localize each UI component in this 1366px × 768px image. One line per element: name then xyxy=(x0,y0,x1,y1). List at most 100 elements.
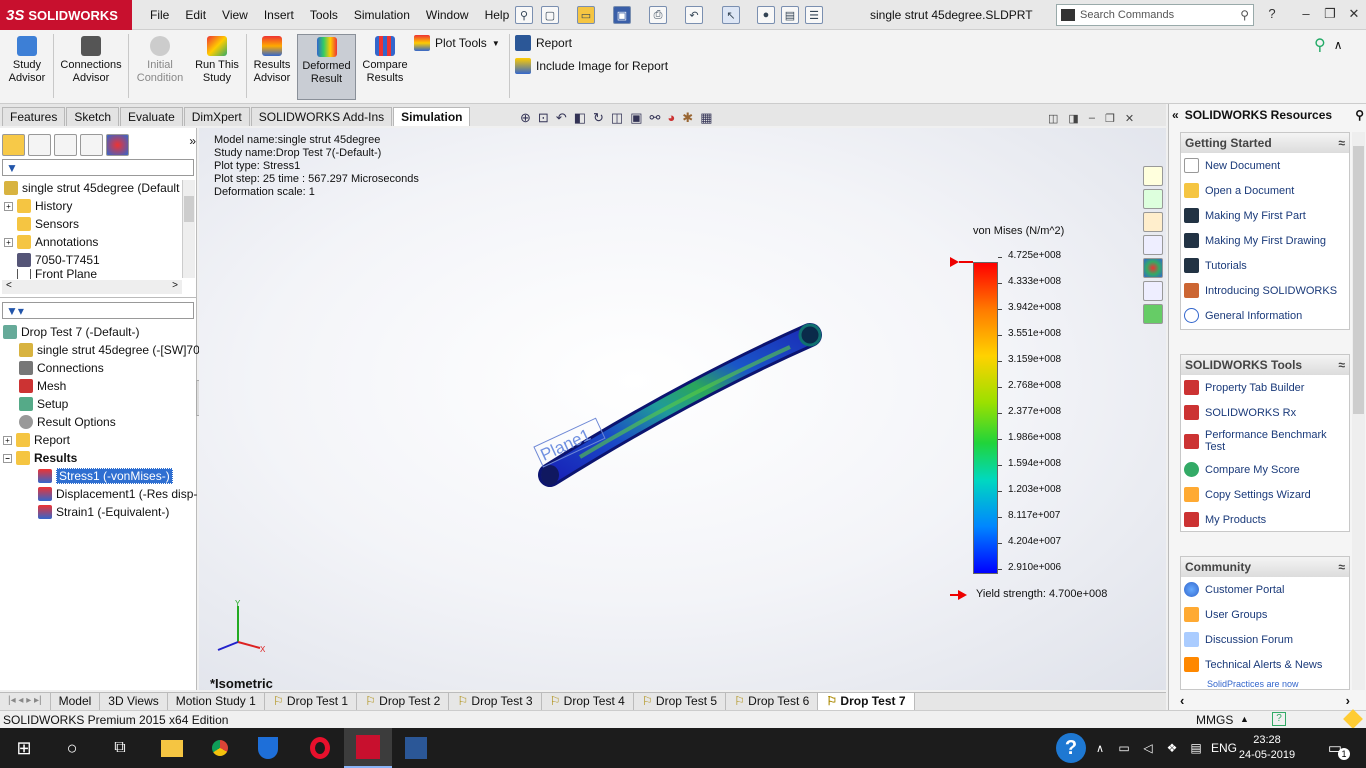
triad-axes[interactable]: Y X xyxy=(210,600,270,656)
word-icon[interactable] xyxy=(392,728,440,768)
task-view-icon[interactable]: ⧉ xyxy=(96,728,144,768)
tree-filter-bottom[interactable]: ▼▾ xyxy=(2,302,194,319)
appearances-icon[interactable] xyxy=(1143,258,1163,278)
menu-window[interactable]: Window xyxy=(418,8,477,22)
tree-item-stress1[interactable]: Stress1 (-vonMises-) xyxy=(3,467,196,485)
close-button[interactable]: ✕ xyxy=(1344,6,1364,24)
deformed-result-button[interactable]: Deformed Result xyxy=(297,34,356,100)
hide-show-icon[interactable]: ⚯ xyxy=(650,110,661,128)
expand-icon[interactable]: + xyxy=(3,435,12,445)
tab-drop-test-7[interactable]: ⚐ Drop Test 7 xyxy=(818,693,915,710)
compare-results-button[interactable]: Compare Results xyxy=(361,34,409,100)
viewport-minimize-icon[interactable]: – xyxy=(1089,112,1095,125)
tab-sketch[interactable]: Sketch xyxy=(66,107,120,126)
design-library-icon[interactable] xyxy=(1143,189,1163,209)
link-solidworks-rx[interactable]: SOLIDWORKS Rx xyxy=(1181,400,1349,425)
display-manager-tab-icon[interactable] xyxy=(106,134,129,156)
restore-button[interactable]: ❐ xyxy=(1320,6,1340,24)
tab-3d-views[interactable]: 3D Views xyxy=(100,693,168,710)
keyboard-icon[interactable]: ▤ xyxy=(1184,728,1208,768)
section-header[interactable]: Community ≈ xyxy=(1181,557,1349,577)
opera-icon[interactable] xyxy=(296,728,344,768)
units-dropdown-icon[interactable]: ▲ xyxy=(1240,714,1249,724)
windows-start-icon[interactable]: ⊞ xyxy=(0,728,48,768)
link-customer-portal[interactable]: Customer Portal xyxy=(1181,577,1349,602)
tree-item-displacement1[interactable]: Displacement1 (-Res disp- xyxy=(3,485,197,503)
strut-model[interactable]: Plane1 xyxy=(520,315,840,500)
results-advisor-button[interactable]: Results Advisor xyxy=(250,34,294,100)
study-advisor-button[interactable]: Study Advisor xyxy=(6,34,48,100)
display-style-icon[interactable]: ▣ xyxy=(630,110,642,128)
menu-file[interactable]: File xyxy=(142,8,177,22)
chrome-icon[interactable] xyxy=(196,728,244,768)
link-discussion-forum[interactable]: Discussion Forum xyxy=(1181,627,1349,652)
minimize-button[interactable]: – xyxy=(1296,6,1316,24)
volume-icon[interactable]: ◁ xyxy=(1136,728,1160,768)
viewport-close-icon[interactable]: ✕ xyxy=(1125,112,1134,125)
link-copy-settings[interactable]: Copy Settings Wizard xyxy=(1181,482,1349,507)
legend-color-bar[interactable] xyxy=(973,262,998,574)
scroll-left-icon[interactable]: < xyxy=(6,280,12,294)
tab-scroll-arrows[interactable]: |◂ ◂ ▸ ▸| xyxy=(0,693,51,710)
tab-features[interactable]: Features xyxy=(2,107,66,126)
back-icon[interactable]: ‹ xyxy=(1180,693,1184,708)
expand-icon[interactable]: + xyxy=(4,201,13,211)
undo-icon[interactable]: ↶ xyxy=(685,6,703,24)
tree-item-result-options[interactable]: Result Options xyxy=(3,413,196,431)
tree-item-front-plane[interactable]: Front Plane xyxy=(4,269,182,279)
previous-view-icon[interactable]: ↶ xyxy=(556,110,567,128)
notification-status-icon[interactable] xyxy=(1343,709,1363,729)
menu-insert[interactable]: Insert xyxy=(256,8,302,22)
collapse-icon[interactable]: − xyxy=(3,453,12,463)
link-technical-alerts[interactable]: Technical Alerts & News xyxy=(1181,652,1349,677)
help-icon[interactable]: ? xyxy=(1262,6,1282,24)
collapse-ribbon-icon[interactable]: ∧ xyxy=(1334,38,1343,52)
tree-horizontal-scrollbar[interactable]: < > xyxy=(2,280,182,294)
scene-icon[interactable]: ✱ xyxy=(682,110,693,128)
tab-drop-test-5[interactable]: ⚐ Drop Test 5 xyxy=(634,693,727,710)
tree-vertical-scrollbar[interactable] xyxy=(182,180,195,278)
clock[interactable]: 23:28 24-05-2019 xyxy=(1236,728,1298,768)
tree-item-part-body[interactable]: single strut 45degree (-[SW]70 xyxy=(3,341,200,359)
view-orientation-icon[interactable]: ◫ xyxy=(611,110,623,128)
link-property-tab-builder[interactable]: Property Tab Builder xyxy=(1181,375,1349,400)
pin-icon[interactable]: ⚲ xyxy=(515,6,533,24)
section-view-icon[interactable]: ◧ xyxy=(574,110,586,128)
file-explorer-taskbar-icon[interactable] xyxy=(148,728,196,768)
configuration-manager-tab-icon[interactable] xyxy=(54,134,77,156)
resources-scrollbar[interactable] xyxy=(1352,132,1365,690)
link-new-document[interactable]: New Document xyxy=(1181,153,1349,178)
collapse-section-icon[interactable]: ≈ xyxy=(1338,133,1345,153)
pin-pane-icon[interactable]: ⚲ xyxy=(1355,108,1364,122)
search-icon[interactable]: ⚲ xyxy=(1240,8,1249,22)
tab-drop-test-6[interactable]: ⚐ Drop Test 6 xyxy=(726,693,819,710)
tree-item-report[interactable]: + Report xyxy=(3,431,196,449)
save-icon[interactable]: ▣ xyxy=(613,6,631,24)
solidpractices-link[interactable]: SolidPractices are now xyxy=(1181,677,1349,689)
scrollbar-thumb[interactable] xyxy=(184,196,194,222)
forward-icon[interactable]: › xyxy=(1346,693,1350,708)
help-status-icon[interactable]: ? xyxy=(1272,712,1286,726)
solidworks-taskbar-icon[interactable] xyxy=(344,728,392,768)
menu-simulation[interactable]: Simulation xyxy=(346,8,418,22)
units-selector[interactable]: MMGS xyxy=(1196,713,1233,727)
plot-tools-button[interactable]: Plot Tools ▼ xyxy=(414,33,500,53)
file-explorer-icon[interactable] xyxy=(1143,212,1163,232)
dropbox-icon[interactable]: ❖ xyxy=(1160,728,1184,768)
viewport-split-icon[interactable]: ◫ xyxy=(1048,112,1058,125)
link-compare-my-score[interactable]: Compare My Score xyxy=(1181,457,1349,482)
custom-properties-icon[interactable] xyxy=(1143,281,1163,301)
tab-simulation[interactable]: Simulation xyxy=(393,107,471,126)
include-image-button[interactable]: Include Image for Report xyxy=(515,56,668,76)
link-my-products[interactable]: My Products xyxy=(1181,507,1349,532)
view-palette-icon[interactable] xyxy=(1143,235,1163,255)
tab-drop-test-2[interactable]: ⚐ Drop Test 2 xyxy=(357,693,450,710)
tab-motion-study-1[interactable]: Motion Study 1 xyxy=(168,693,265,710)
viewport-split2-icon[interactable]: ◨ xyxy=(1068,112,1078,125)
tree-item-history[interactable]: + History xyxy=(4,197,182,215)
tab-drop-test-1[interactable]: ⚐ Drop Test 1 xyxy=(265,693,358,710)
menu-view[interactable]: View xyxy=(214,8,256,22)
new-document-icon[interactable]: ▢ xyxy=(541,6,559,24)
expand-icon[interactable]: + xyxy=(4,237,13,247)
report-button[interactable]: Report xyxy=(515,33,572,53)
